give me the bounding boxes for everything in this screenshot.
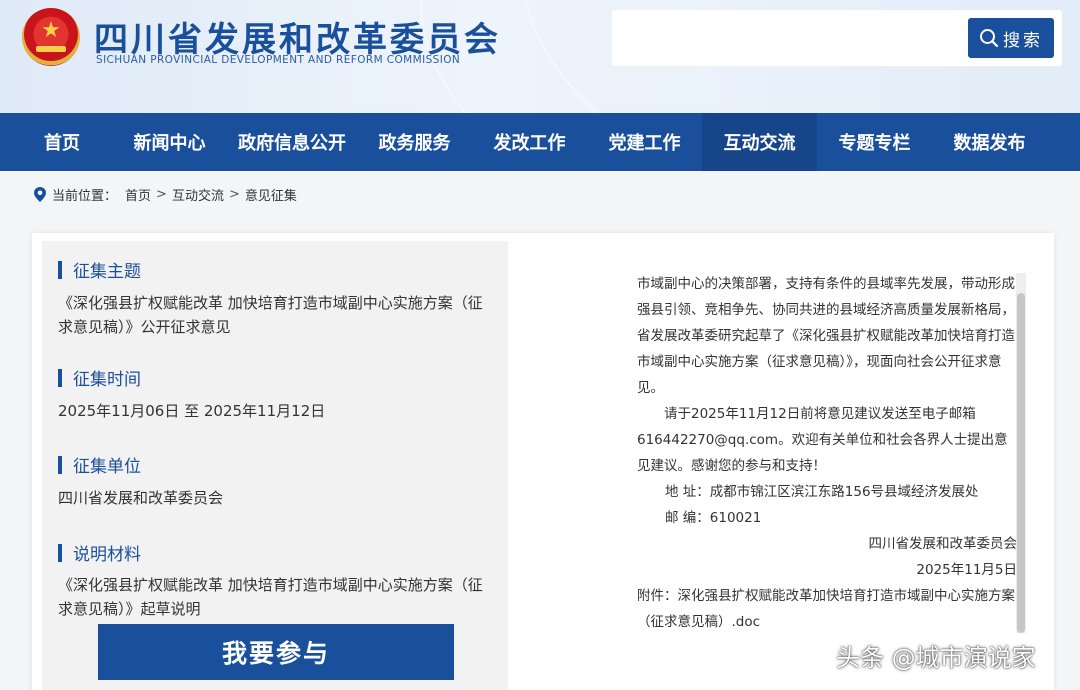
- consultation-card: 征集主题 《深化强县扩权赋能改革 加快培育打造市域副中心实施方案（征求意见稿）》…: [32, 233, 1054, 690]
- topic-text: 《深化强县扩权赋能改革 加快培育打造市域副中心实施方案（征求意见稿）》公开征求意…: [58, 294, 483, 336]
- consultation-summary: 征集主题 《深化强县扩权赋能改革 加快培育打造市域副中心实施方案（征求意见稿）》…: [42, 241, 508, 690]
- section-heading-unit: 征集单位: [58, 452, 141, 477]
- nav-item-topics[interactable]: 专题专栏: [817, 113, 932, 171]
- nav-item-interaction[interactable]: 互动交流: [702, 113, 817, 171]
- breadcrumb-home[interactable]: 首页: [125, 185, 151, 204]
- main-nav: 首页 新闻中心 政府信息公开 政务服务 发改工作 党建工作 互动交流 专题专栏 …: [0, 113, 1080, 171]
- notice-signer: 四川省发展和改革委员会: [868, 536, 1018, 552]
- search-box: 搜索: [612, 10, 1062, 66]
- time-text: 2025年11月06日 至 2025年11月12日: [58, 402, 326, 420]
- notice-paragraph: 市域副中心的决策部署，支持有条件的县域率先发展，带动形成强县引领、竞相争先、协同…: [637, 276, 1015, 396]
- nav-item-news[interactable]: 新闻中心: [112, 113, 227, 171]
- notice-attachment-link[interactable]: 附件：深化强县扩权赋能改革加快培育打造市域副中心实施方案（征求意见稿）.doc: [637, 583, 1017, 635]
- breadcrumb-interaction[interactable]: 互动交流: [172, 185, 224, 204]
- notice-paragraph: 请于2025年11月12日前将意见建议发送至电子邮箱616442270@qq.c…: [637, 406, 1008, 474]
- breadcrumb-current: 意见征集: [244, 188, 297, 204]
- nav-item-home[interactable]: 首页: [32, 113, 92, 171]
- section-heading-material: 说明材料: [58, 540, 141, 565]
- breadcrumb-separator: >: [156, 186, 167, 202]
- search-icon: [980, 29, 999, 48]
- section-heading-time: 征集时间: [58, 365, 141, 390]
- nav-item-work[interactable]: 发改工作: [472, 113, 587, 171]
- breadcrumb-separator: >: [228, 186, 240, 202]
- nav-item-services[interactable]: 政务服务: [357, 113, 472, 171]
- material-link[interactable]: 《深化强县扩权赋能改革 加快培育打造市域副中心实施方案（征求意见稿）》起草说明: [58, 573, 488, 621]
- nav-item-party[interactable]: 党建工作: [587, 113, 702, 171]
- unit-text: 四川省发展和改革委员会: [58, 489, 224, 507]
- participate-button[interactable]: 我要参与: [98, 624, 454, 680]
- search-button[interactable]: 搜索: [968, 18, 1054, 58]
- site-header: ★ 四川省发展和改革委员会 SICHUAN PROVINCIAL DEVELOP…: [0, 0, 1080, 113]
- scrollbar-thumb[interactable]: [1017, 293, 1025, 633]
- section-heading-topic: 征集主题: [58, 257, 141, 282]
- notice-scrollbar[interactable]: [1016, 273, 1026, 633]
- national-emblem-icon[interactable]: ★: [22, 8, 80, 66]
- breadcrumb: 当前位置： 首页 > 互动交流 > 意见征集: [34, 184, 297, 204]
- nav-item-gov-info[interactable]: 政府信息公开: [227, 113, 357, 171]
- watermark: 头条 @城市演说家: [836, 644, 1036, 672]
- breadcrumb-prefix: 当前位置：: [52, 188, 118, 204]
- notice-date: 2025年11月5日: [916, 562, 1017, 578]
- site-subtitle: SICHUAN PROVINCIAL DEVELOPMENT AND REFOR…: [96, 54, 461, 66]
- nav-item-data[interactable]: 数据发布: [932, 113, 1047, 171]
- location-pin-icon: [34, 186, 46, 202]
- notice-address: 地 址：成都市锦江区滨江东路156号县域经济发展处: [665, 484, 979, 500]
- notice-content: 市域副中心的决策部署，支持有条件的县域率先发展，带动形成强县引领、竞相争先、协同…: [637, 271, 1017, 651]
- search-button-label: 搜索: [1003, 30, 1043, 51]
- notice-postcode: 邮 编：610021: [665, 510, 762, 526]
- search-input[interactable]: [626, 24, 956, 52]
